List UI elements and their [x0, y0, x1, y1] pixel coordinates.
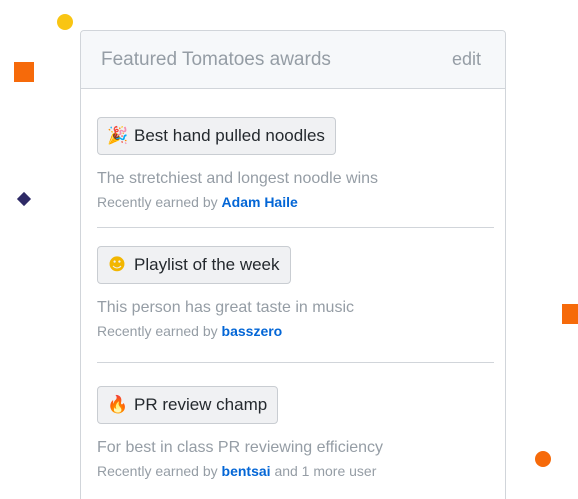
award-item: 🎉 Best hand pulled noodles The stretchie…	[97, 117, 475, 211]
decorative-orange-plus-icon	[562, 304, 578, 324]
card-title: Featured Tomatoes awards	[101, 48, 331, 70]
award-description: For best in class PR reviewing efficienc…	[97, 439, 384, 456]
award-badge[interactable]: 🔥 PR review champ	[97, 386, 279, 424]
award-earned-line: Recently earned by bentsai and 1 more us…	[97, 462, 475, 480]
earned-suffix: and 1 more user	[274, 463, 377, 479]
earned-prefix: Recently earned by	[97, 194, 218, 210]
divider	[97, 362, 494, 363]
award-badge[interactable]: ☻ Playlist of the week	[97, 246, 291, 284]
award-earned-line: Recently earned by basszero	[97, 322, 475, 340]
award-user-link[interactable]: bentsai	[222, 463, 271, 479]
award-name: Best hand pulled noodles	[134, 126, 325, 145]
award-name: Playlist of the week	[134, 255, 280, 274]
earned-prefix: Recently earned by	[97, 323, 218, 339]
decorative-navy-diamond	[16, 191, 32, 207]
earned-prefix: Recently earned by	[97, 463, 218, 479]
award-item: ☻ Playlist of the week This person has g…	[97, 246, 475, 340]
page-canvas: Featured Tomatoes awards edit 🎉 Best han…	[0, 0, 578, 499]
award-user-link[interactable]: basszero	[222, 323, 283, 339]
featured-awards-card: Featured Tomatoes awards edit 🎉 Best han…	[80, 30, 506, 499]
divider	[97, 227, 494, 228]
award-name: PR review champ	[134, 395, 268, 414]
award-description: This person has great taste in music	[97, 299, 355, 316]
card-header: Featured Tomatoes awards edit	[81, 31, 505, 89]
decorative-orange-plus-icon	[14, 62, 34, 82]
party-popper-icon: 🎉	[107, 125, 129, 146]
smiley-icon: ☻	[108, 254, 126, 275]
award-badge[interactable]: 🎉 Best hand pulled noodles	[97, 117, 336, 155]
decorative-orange-dot	[535, 451, 551, 467]
award-earned-line: Recently earned by Adam Haile	[97, 193, 475, 211]
edit-link[interactable]: edit	[452, 49, 481, 70]
award-user-link[interactable]: Adam Haile	[222, 194, 298, 210]
decorative-yellow-dot	[57, 14, 73, 30]
award-item: 🔥 PR review champ For best in class PR r…	[97, 386, 475, 480]
award-description: The stretchiest and longest noodle wins	[97, 170, 379, 187]
fire-icon: 🔥	[107, 394, 129, 415]
